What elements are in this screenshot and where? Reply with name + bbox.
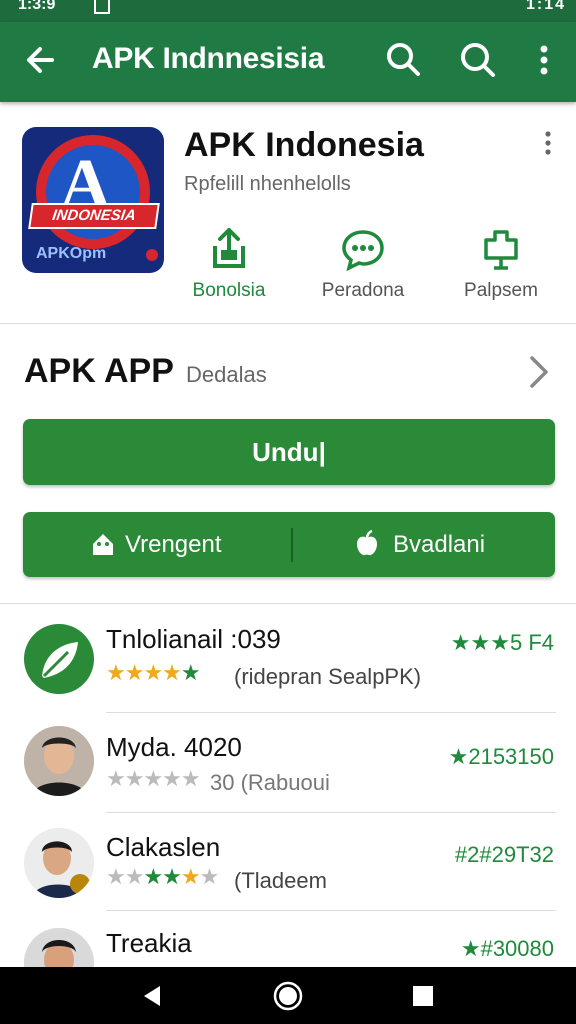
app-icon-ribbon: INDONESIA [28,203,160,229]
tv-icon [484,230,518,270]
list-item-score: ★2153150 [448,744,554,769]
app-developer: Rpfelill nhenhelolls [184,173,351,195]
recents-nav-icon[interactable] [408,981,438,1011]
action-tv[interactable]: Palpsem [436,226,566,302]
back-nav-icon[interactable] [138,981,168,1011]
action-share-label: Bonolsia [192,280,266,301]
app-bar: APK Indnnesisia [0,22,576,102]
split-divider [291,528,293,562]
list-item-name: Tnlolianail :039 [106,624,281,654]
list-item-name: Treakia [106,928,192,958]
rating-stars: ★★★★★ [106,766,201,791]
status-bar: 1:3:9 1:14 [0,0,576,22]
list-item-name: Myda. 4020 [106,732,242,762]
action-chat[interactable]: Peradona [298,226,428,302]
home-nav-icon[interactable] [273,981,303,1011]
person-photo [24,828,94,898]
list-item[interactable]: Clakaslen ★★★★★★ (Tladeem #2#29T32 [0,820,576,920]
list-item-meta: (Tladeem [234,868,327,893]
divider [0,323,576,324]
avatar [24,624,94,694]
avatar [24,828,94,898]
row-divider [106,712,556,713]
chat-icon [342,230,384,272]
app-icon-sub: APKOpm [36,245,107,262]
rating-stars: ★★★★★★ [106,864,219,889]
status-time: 1:3:9 [18,0,56,13]
left-split-label: Vrengent [125,531,222,558]
app-bar-title: APK Indnnesisia [92,42,325,75]
row-divider [106,812,556,813]
back-arrow-icon[interactable] [22,40,58,80]
person-photo [24,726,94,796]
divider [0,603,576,604]
list-item-meta: (ridepran SealpPK) [234,664,422,689]
leaf-icon [42,642,78,678]
avatar [24,726,94,796]
details-title: APK APP [24,352,174,390]
android-icon [93,534,113,555]
status-right-text: 1:14 [525,0,566,13]
navigation-bar [0,967,576,1024]
share-icon [213,228,245,268]
search-icon-2[interactable] [458,40,498,80]
download-button[interactable]: Undu| [23,419,555,485]
list-item-name: Clakaslen [106,832,221,862]
app-icon: A INDONESIA APKOpm [22,127,164,273]
right-split-label: Bvadlani [393,531,486,558]
split-button-group: Vrengent Bvadlani [23,512,555,577]
rating-stars: ★★★★★ [106,660,201,685]
list-item-meta: 30 (Rabuoui [210,770,330,795]
list-item-score: ★★★5 F4 [450,630,554,655]
list-item[interactable]: Tnlolianail :039 ★★★★★ (ridepran SealpPK… [0,620,576,720]
action-chat-label: Peradona [321,280,405,301]
person-photo [24,928,94,967]
chevron-right-icon[interactable] [526,352,552,392]
action-share[interactable]: Bonolsia [164,226,294,302]
search-icon[interactable] [384,40,424,80]
apple-icon [357,530,377,556]
list-item[interactable]: Treakia ★#30080 [0,920,576,967]
app-name: APK Indonesia [184,126,424,164]
action-tv-label: Palpsem [464,280,538,301]
list-item-score: ★#30080 [460,936,554,961]
more-vert-icon[interactable] [524,40,564,80]
right-split-button[interactable]: Bvadlani [393,512,485,577]
list-item-score: #2#29T32 [454,842,554,867]
details-subtitle: Dedalas [186,362,267,387]
row-divider [106,910,556,911]
list-item[interactable]: Myda. 4020 ★★★★★ 30 (Rabuoui ★2153150 [0,720,576,820]
more-vert-icon-small[interactable] [540,130,556,156]
notification-icon [94,0,110,14]
avatar [24,928,94,967]
app-icon-dot [146,249,158,261]
left-split-button[interactable]: Vrengent [125,512,222,577]
